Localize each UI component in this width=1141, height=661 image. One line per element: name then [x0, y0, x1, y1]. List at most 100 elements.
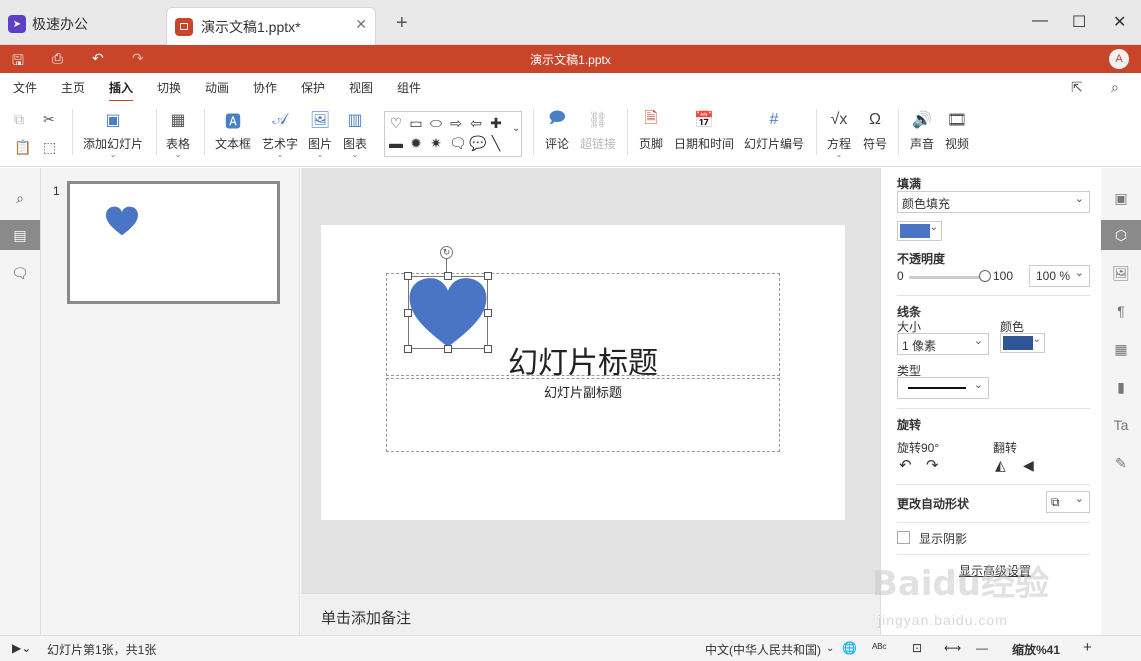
fill-type-select[interactable]: 颜色填充	[897, 191, 1090, 213]
menu-protect[interactable]: 保护	[301, 79, 325, 96]
cut-icon[interactable]: ✂	[43, 111, 55, 128]
comments-panel-icon[interactable]: 🗨	[0, 258, 40, 288]
resize-handle[interactable]	[444, 272, 452, 280]
window-close-button[interactable]: ✕	[1113, 12, 1126, 32]
select-all-icon[interactable]: ⬚	[43, 139, 56, 156]
open-location-icon[interactable]: ⇱	[1071, 79, 1083, 96]
signature-settings-icon[interactable]: ✎	[1101, 448, 1141, 478]
symbol-button[interactable]: Ω 符号	[863, 109, 887, 152]
zoom-out-icon[interactable]: —	[976, 641, 988, 655]
minus-shape-icon[interactable]: ▬	[389, 135, 403, 151]
search-icon[interactable]: ⌕	[1111, 79, 1119, 96]
slide-number-button[interactable]: # 幻灯片编号	[744, 109, 804, 152]
line-shape-icon[interactable]: ╲	[489, 135, 503, 151]
zoom-in-icon[interactable]: +	[1083, 639, 1092, 656]
audio-button[interactable]: 🔊 声音	[910, 109, 934, 152]
line-color-picker[interactable]: ⌄	[1000, 333, 1045, 353]
flip-horizontal-icon[interactable]: ◭	[995, 457, 1006, 474]
text-art-settings-icon[interactable]: Ta	[1101, 410, 1141, 440]
shape-settings-icon[interactable]: ⬡	[1101, 220, 1141, 250]
search-icon[interactable]: ⌕	[0, 183, 40, 213]
resize-handle[interactable]	[404, 345, 412, 353]
new-tab-button[interactable]: +	[396, 12, 408, 35]
menu-collaborate[interactable]: 协作	[253, 79, 277, 96]
language-select[interactable]: 中文(中华人民共和国)	[705, 641, 821, 658]
menu-view[interactable]: 视图	[349, 79, 373, 96]
shapes-expand-icon[interactable]: ⌄	[512, 123, 520, 134]
chart-settings-icon[interactable]: ▮	[1101, 372, 1141, 402]
maximize-button[interactable]: ☐	[1072, 12, 1086, 32]
rotate-handle[interactable]: ↻	[440, 246, 453, 259]
right-arrow-shape-icon[interactable]: ⇨	[449, 115, 463, 131]
table-settings-icon[interactable]: ▦	[1101, 334, 1141, 364]
heart-shape-icon[interactable]: ♡	[389, 115, 403, 131]
textbox-button[interactable]: 🅰 文本框	[215, 109, 251, 152]
art-text-button[interactable]: 𝒜 艺术字 ⌄	[262, 109, 298, 159]
datetime-button[interactable]: 📅 日期和时间	[674, 109, 734, 152]
image-settings-icon[interactable]: 🖼	[1101, 258, 1141, 288]
notes-pane[interactable]: 单击添加备注	[301, 593, 880, 635]
fit-width-icon[interactable]: ⟷	[944, 641, 961, 655]
resize-handle[interactable]	[484, 309, 492, 317]
line-type-select[interactable]	[897, 377, 989, 399]
rotate-left-icon[interactable]: ↶	[899, 456, 912, 474]
callout-shape-icon[interactable]: 🗨	[449, 135, 467, 151]
add-slide-button[interactable]: ▣ 添加幻灯片 ⌄	[83, 109, 143, 159]
slides-panel-icon[interactable]: ▤	[0, 220, 40, 250]
video-button[interactable]: 🎞 视频	[945, 109, 969, 152]
slide-thumbnail[interactable]	[67, 181, 280, 304]
menu-file[interactable]: 文件	[13, 79, 37, 96]
slide-subtitle[interactable]: 幻灯片副标题	[387, 382, 779, 401]
opacity-slider-knob[interactable]	[979, 270, 991, 282]
language-chevron-icon[interactable]: ⌄	[826, 643, 834, 654]
ellipse-shape-icon[interactable]: ⬭	[429, 115, 443, 131]
resize-handle[interactable]	[404, 272, 412, 280]
round-callout-shape-icon[interactable]: 💬	[469, 135, 486, 151]
fit-slide-icon[interactable]: ⊡	[912, 641, 922, 655]
slide-settings-icon[interactable]: ▣	[1101, 183, 1141, 213]
line-size-select[interactable]: 1 像素	[897, 333, 989, 355]
hyperlink-button[interactable]: ⛓ 超链接	[580, 109, 616, 152]
menu-animation[interactable]: 动画	[205, 79, 229, 96]
chart-button[interactable]: ▥ 图表 ⌄	[343, 109, 367, 159]
notes-placeholder[interactable]: 单击添加备注	[321, 607, 411, 628]
star-shape-icon[interactable]: ✹	[409, 135, 423, 151]
footer-button[interactable]: 🗎 页脚	[639, 109, 663, 152]
heart-shape[interactable]	[404, 272, 492, 353]
image-button[interactable]: 🖼 图片 ⌄	[308, 109, 332, 159]
minimize-button[interactable]: —	[1032, 12, 1048, 30]
tab-close-icon[interactable]: ✕	[355, 16, 367, 33]
opacity-input[interactable]: 100 %	[1029, 265, 1090, 287]
tab-app[interactable]: ➤ 极速办公	[8, 10, 88, 38]
cross-shape-icon[interactable]: ✚	[489, 115, 503, 131]
comment-button[interactable]: 🗩 评论	[545, 109, 569, 152]
paste-icon[interactable]: 📋	[14, 139, 31, 156]
change-shape-select[interactable]: ⧉	[1046, 491, 1090, 513]
left-arrow-shape-icon[interactable]: ⇦	[469, 115, 483, 131]
rectangle-shape-icon[interactable]: ▭	[409, 115, 423, 131]
tab-document[interactable]: 演示文稿1.pptx* ✕	[166, 7, 376, 45]
resize-handle[interactable]	[404, 309, 412, 317]
menu-plugins[interactable]: 组件	[397, 79, 421, 96]
start-slideshow-icon[interactable]: ▶⌄	[12, 641, 31, 655]
resize-handle[interactable]	[484, 272, 492, 280]
fill-color-picker[interactable]: ⌄	[897, 221, 942, 241]
equation-button[interactable]: √x 方程 ⌄	[827, 109, 851, 159]
resize-handle[interactable]	[484, 345, 492, 353]
shapes-gallery[interactable]: ♡ ▭ ⬭ ⇨ ⇦ ✚ ▬ ✹ ✷ 🗨 💬 ╲	[384, 111, 522, 157]
menu-transitions[interactable]: 切换	[157, 79, 181, 96]
spellcheck-icon[interactable]: ᴬᴮᶜ	[872, 641, 887, 655]
burst-shape-icon[interactable]: ✷	[429, 135, 443, 151]
opacity-slider-track[interactable]	[909, 276, 989, 279]
table-button[interactable]: ▦ 表格 ⌄	[166, 109, 190, 159]
subtitle-placeholder[interactable]: 幻灯片副标题	[386, 378, 780, 452]
avatar[interactable]: A	[1109, 49, 1129, 69]
resize-handle[interactable]	[444, 345, 452, 353]
menu-home[interactable]: 主页	[61, 79, 85, 96]
flip-vertical-icon[interactable]: ◀	[1023, 457, 1034, 474]
slide[interactable]: 幻灯片标题 幻灯片副标题 ↻	[321, 225, 845, 520]
shadow-checkbox[interactable]	[897, 531, 910, 544]
menu-insert[interactable]: 插入	[109, 79, 134, 102]
copy-icon[interactable]: ⧉	[14, 111, 24, 128]
globe-icon[interactable]: 🌐	[842, 641, 857, 655]
